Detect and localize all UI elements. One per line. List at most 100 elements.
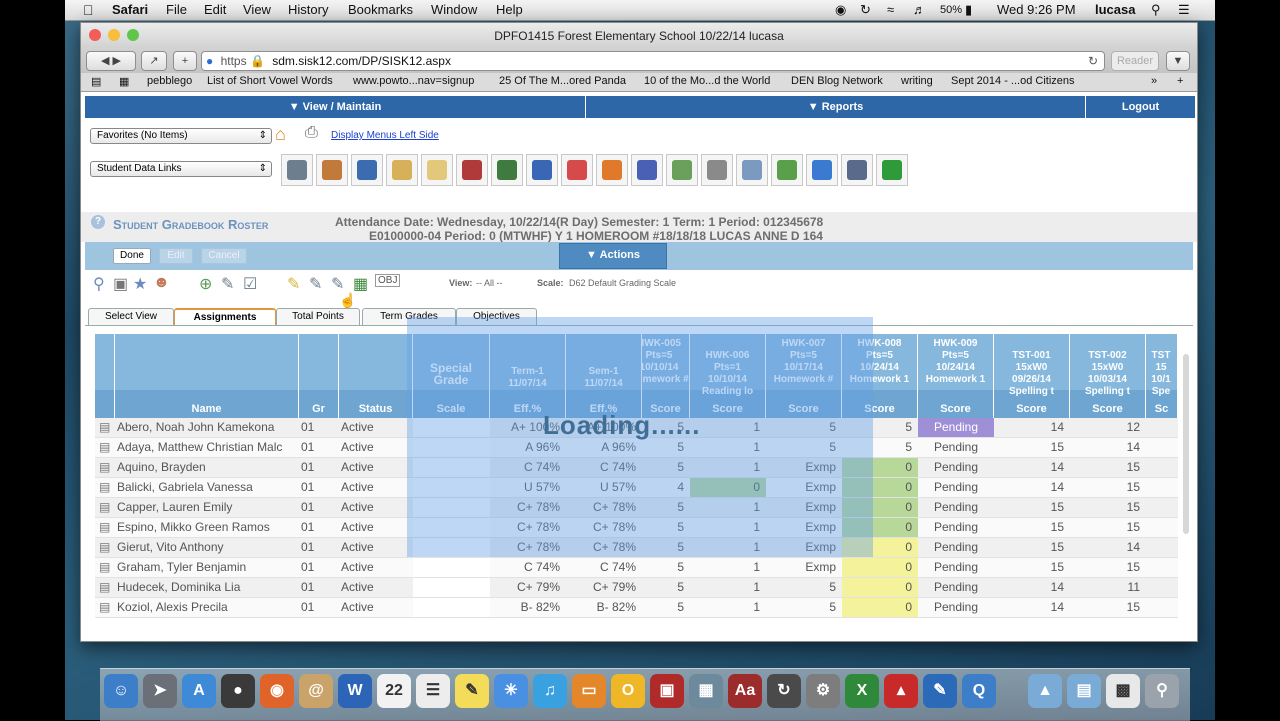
record-icon[interactable]: ◉ xyxy=(835,2,846,18)
cell-hwk009[interactable]: Pending xyxy=(918,598,994,617)
row-icon[interactable]: ▤ xyxy=(95,418,115,437)
cell-hwk009[interactable]: Pending xyxy=(918,578,994,597)
score-icon[interactable]: ✎ xyxy=(309,274,322,294)
cell-hwk006[interactable]: 1 xyxy=(690,598,766,617)
view-value[interactable]: -- All -- xyxy=(476,278,503,288)
printer-icon[interactable]: ⎙ xyxy=(305,124,318,142)
contacts-app-icon[interactable]: @ xyxy=(299,674,333,708)
cell-special[interactable] xyxy=(413,578,490,597)
display-menus-link[interactable]: Display Menus Left Side xyxy=(331,130,439,141)
student-detail-icon[interactable]: ▤ xyxy=(99,460,110,474)
cell-hwk009[interactable]: Pending xyxy=(918,518,994,537)
bookmark-item[interactable]: 10 of the Mo...d the World xyxy=(644,75,770,87)
time-machine-app-icon[interactable]: ↻ xyxy=(767,674,801,708)
cell-tst002[interactable]: 11 xyxy=(1070,578,1146,597)
header-gr[interactable]: Gr xyxy=(299,334,339,418)
contacts-icon[interactable] xyxy=(316,154,348,186)
new-tab-button[interactable]: + xyxy=(173,51,197,71)
row-icon[interactable]: ▤ xyxy=(95,518,115,537)
calendar-app-icon[interactable]: 22 xyxy=(377,674,411,708)
dashboard-icon[interactable]: ● xyxy=(221,674,255,708)
scale-value[interactable]: D62 Default Grading Scale xyxy=(569,278,676,288)
cell-tst001[interactable]: 14 xyxy=(994,418,1070,437)
excel-icon[interactable]: X xyxy=(845,674,879,708)
bookmark-item[interactable]: 25 Of The M...ored Panda xyxy=(499,75,626,87)
spreadsheet-icon[interactable]: ▦ xyxy=(353,274,368,294)
stickies-icon[interactable]: ✎ xyxy=(455,674,489,708)
checklist-icon[interactable]: ☑ xyxy=(243,274,257,294)
done-button[interactable]: Done xyxy=(113,248,151,264)
firefox-icon[interactable]: ◉ xyxy=(260,674,294,708)
cancel-button[interactable]: Cancel xyxy=(201,248,247,264)
applications-folder-icon[interactable]: ▲ xyxy=(1028,674,1062,708)
documents-folder-icon[interactable]: ▤ xyxy=(1067,674,1101,708)
address-bar[interactable]: ● https 🔒 sdm.sisk12.com/DP/SISK12.aspx … xyxy=(201,51,1105,71)
dollar-icon[interactable] xyxy=(876,154,908,186)
cell-tst001[interactable]: 14 xyxy=(994,598,1070,617)
header-status[interactable]: Status xyxy=(339,334,413,418)
outlook-icon[interactable]: O xyxy=(611,674,645,708)
word-icon[interactable]: W xyxy=(338,674,372,708)
report-card-icon[interactable] xyxy=(631,154,663,186)
finder-icon[interactable]: ☺ xyxy=(104,674,138,708)
cell-hwk009[interactable]: Pending xyxy=(918,538,994,557)
student-detail-icon[interactable]: ▤ xyxy=(99,560,110,574)
cell-hwk005[interactable]: 5 xyxy=(642,598,690,617)
menu-view[interactable]: View xyxy=(243,2,271,17)
bookmark-item[interactable]: writing xyxy=(901,75,933,87)
system-preferences-icon[interactable]: ⚙ xyxy=(806,674,840,708)
mail-icon[interactable] xyxy=(421,154,453,186)
back-forward-button[interactable]: ◀ ▶ xyxy=(86,51,136,71)
student-data-links-select[interactable]: Student Data Links ⇕ xyxy=(90,161,272,177)
itunes-icon[interactable]: ♫ xyxy=(533,674,567,708)
photo-booth-icon[interactable]: ▣ xyxy=(650,674,684,708)
cell-tst002[interactable]: 15 xyxy=(1070,558,1146,577)
row-icon[interactable]: ▤ xyxy=(95,438,115,457)
schedule-icon[interactable] xyxy=(351,154,383,186)
edit-assignment-icon[interactable]: ✎ xyxy=(221,274,234,294)
objectives-icon[interactable]: OBJ xyxy=(375,274,401,287)
quicktime-icon[interactable]: Q xyxy=(962,674,996,708)
cell-tst001[interactable]: 14 xyxy=(994,578,1070,597)
menu-help[interactable]: Help xyxy=(496,2,523,17)
menu-window[interactable]: Window xyxy=(431,2,477,17)
cell-sem[interactable]: C+ 79% xyxy=(566,578,642,597)
safari-icon[interactable]: ✳ xyxy=(494,674,528,708)
tab-select-view[interactable]: Select View xyxy=(88,308,174,325)
reader-button[interactable]: Reader xyxy=(1111,51,1159,71)
grade-edit-icon[interactable]: ✎ xyxy=(331,274,344,294)
pencil-icon[interactable]: ✎ xyxy=(287,274,300,294)
grid-chart-icon[interactable] xyxy=(736,154,768,186)
row-icon[interactable]: ▤ xyxy=(95,538,115,557)
ibooks-icon[interactable]: ▭ xyxy=(572,674,606,708)
cell-tst001[interactable]: 14 xyxy=(994,478,1070,497)
reading-list-icon[interactable]: ▤ xyxy=(91,75,101,88)
downloads-button[interactable]: ▼ xyxy=(1166,51,1190,71)
app-store-icon[interactable]: A xyxy=(182,674,216,708)
bookmark-item[interactable]: List of Short Vowel Words xyxy=(207,75,333,87)
help-icon[interactable]: ? xyxy=(91,215,105,229)
cell-tst001[interactable]: 14 xyxy=(994,458,1070,477)
cell-tst002[interactable]: 15 xyxy=(1070,598,1146,617)
close-icon[interactable] xyxy=(89,29,101,41)
lock-icon[interactable]: ▣ xyxy=(113,274,128,294)
row-icon[interactable]: ▤ xyxy=(95,498,115,517)
cell-tst002[interactable]: 15 xyxy=(1070,518,1146,537)
cell-tst002[interactable]: 15 xyxy=(1070,498,1146,517)
menu-bookmarks[interactable]: Bookmarks xyxy=(348,2,413,17)
bookmark-item[interactable]: pebblego xyxy=(147,75,192,87)
calendar-icon[interactable] xyxy=(561,154,593,186)
notes-icon[interactable] xyxy=(386,154,418,186)
cell-sem[interactable]: C 74% xyxy=(566,558,642,577)
cash-register-icon[interactable] xyxy=(841,154,873,186)
cell-sem[interactable]: B- 82% xyxy=(566,598,642,617)
add-tab-icon[interactable]: + xyxy=(1177,75,1183,87)
person-icon[interactable]: ☻ xyxy=(153,274,170,292)
cell-special[interactable] xyxy=(413,558,490,577)
row-icon[interactable]: ▤ xyxy=(95,558,115,577)
student-detail-icon[interactable]: ▤ xyxy=(99,420,110,434)
cell-hwk008[interactable]: 0 xyxy=(842,598,918,617)
bookmark-item[interactable]: Sept 2014 - ...od Citizens xyxy=(951,75,1075,87)
edit-button[interactable]: Edit xyxy=(159,248,193,264)
cell-hwk009[interactable]: Pending xyxy=(918,478,994,497)
